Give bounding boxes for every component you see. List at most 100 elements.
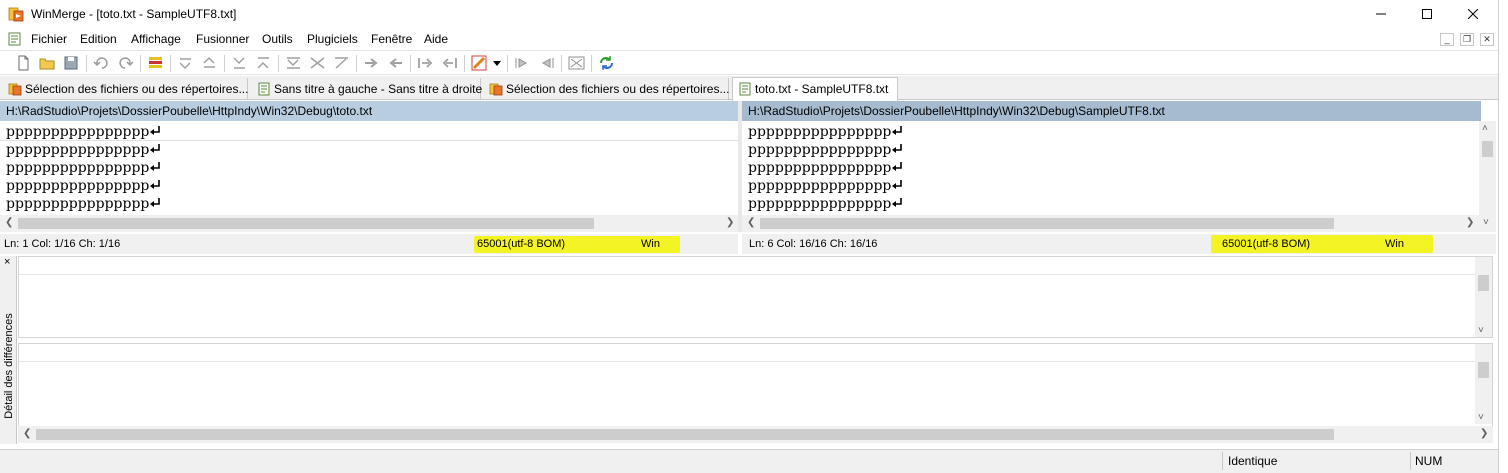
scrollbar-thumb[interactable] [1482, 141, 1493, 157]
menu-bar: Fichier Edition Affichage Fusionner Outi… [0, 29, 1498, 49]
scroll-right-icon[interactable]: ❯ [1466, 217, 1474, 228]
menu-outils[interactable]: Outils [262, 32, 293, 46]
toolbar-separator [356, 55, 357, 72]
open-folder-icon[interactable] [39, 55, 56, 71]
text-line: pppppppppppppppp [742, 177, 1479, 195]
file-compare-icon [258, 82, 270, 96]
copy-all-right-icon[interactable] [417, 55, 434, 71]
menu-edition[interactable]: Edition [80, 32, 117, 46]
tab-untitled-compare[interactable]: Sans titre à gauche - Sans titre à droit… [252, 78, 482, 100]
copy-right-advance-icon[interactable] [514, 55, 531, 71]
toolbar-separator [591, 55, 592, 72]
copy-left-icon[interactable] [387, 55, 404, 71]
left-eol-type: Win [641, 238, 660, 250]
left-horizontal-scrollbar[interactable]: ❮ ❯ [0, 215, 738, 232]
close-detail-button[interactable]: × [4, 256, 10, 268]
left-encoding: 65001(utf-8 BOM) [477, 238, 566, 250]
next-conflict-icon[interactable] [333, 55, 350, 71]
scroll-down-icon[interactable]: ˅ [1483, 217, 1489, 228]
left-cursor-position: Ln: 1 Col: 1/16 Ch: 1/16 [4, 238, 121, 250]
eol-marker-icon [150, 198, 161, 207]
scroll-corner: ˅ [1479, 215, 1496, 232]
close-button[interactable] [1450, 0, 1496, 28]
scrollbar-thumb[interactable] [760, 218, 1334, 229]
tab-folder-selection-2[interactable]: Sélection des fichiers ou des répertoire… [484, 78, 729, 100]
comparison-result: Identique [1228, 454, 1278, 468]
title-bar: WinMerge - [toto.txt - SampleUTF8.txt] [0, 0, 1498, 28]
text-line: pppppppppppppppp [742, 159, 1479, 177]
tab-folder-selection-1[interactable]: Sélection des fichiers ou des répertoire… [3, 78, 248, 100]
menu-fusionner[interactable]: Fusionner [196, 32, 249, 46]
scrollbar-thumb[interactable] [36, 429, 1334, 440]
diff-marker-icon[interactable] [147, 55, 164, 71]
copy-left-advance-icon[interactable] [538, 55, 555, 71]
right-cursor-position: Ln: 6 Col: 16/16 Ch: 16/16 [749, 238, 878, 250]
scroll-down-icon[interactable]: ˅ [1478, 325, 1484, 336]
new-file-icon[interactable] [15, 55, 32, 71]
eol-marker-icon [892, 144, 903, 153]
scroll-left-icon[interactable]: ❮ [747, 217, 755, 228]
detail-horizontal-scrollbar[interactable]: ❮ ❯ [18, 426, 1493, 443]
scroll-right-icon[interactable]: ❯ [726, 217, 734, 228]
detail-vertical-scrollbar[interactable]: ˅ [1475, 257, 1492, 337]
save-icon[interactable] [63, 55, 80, 71]
right-horizontal-scrollbar[interactable]: ❮ ❯ [742, 215, 1479, 232]
previous-conflict-icon[interactable] [309, 55, 326, 71]
mdi-minimize-button[interactable]: _ [1440, 33, 1454, 46]
left-file-pane[interactable]: H:\RadStudio\Projets\DossierPoubelle\Htt… [0, 101, 738, 232]
eol-marker-icon [892, 198, 903, 207]
last-diff-icon[interactable] [231, 55, 248, 71]
tab-label: toto.txt - SampleUTF8.txt [755, 82, 889, 96]
undo-icon[interactable] [93, 55, 110, 71]
scroll-left-icon[interactable]: ❮ [23, 428, 31, 439]
scroll-up-icon[interactable]: ˄ [1482, 123, 1488, 134]
background-window [1498, 0, 1508, 473]
scroll-down-icon[interactable]: ˅ [1478, 412, 1484, 423]
detail-vertical-scrollbar[interactable]: ˅ [1475, 344, 1492, 424]
menu-aide[interactable]: Aide [424, 32, 448, 46]
right-file-pane[interactable]: H:\RadStudio\Projets\DossierPoubelle\Htt… [742, 101, 1496, 232]
status-divider [1410, 452, 1411, 470]
left-text-area[interactable]: pppppppppppppppp pppppppppppppppp pppppp… [0, 123, 738, 215]
scroll-left-icon[interactable]: ❮ [5, 217, 13, 228]
status-divider [1222, 452, 1223, 470]
right-text-area[interactable]: pppppppppppppppp pppppppppppppppp pppppp… [742, 123, 1479, 215]
scrollbar-thumb[interactable] [18, 218, 594, 229]
current-diff-icon[interactable] [285, 55, 302, 71]
first-diff-icon[interactable] [255, 55, 272, 71]
detail-line-separator [19, 361, 1477, 362]
text-line: pppppppppppppppp [0, 177, 738, 195]
menu-affichage[interactable]: Affichage [131, 32, 181, 46]
tab-toto-sampleutf8[interactable]: toto.txt - SampleUTF8.txt [732, 77, 898, 101]
tab-label: Sélection des fichiers ou des répertoire… [506, 82, 730, 96]
folder-compare-icon [489, 83, 503, 96]
diff-detail-right[interactable]: ˅ ❮ ❯ [18, 343, 1493, 443]
mdi-restore-button[interactable]: ❐ [1460, 33, 1474, 46]
copy-right-icon[interactable] [363, 55, 380, 71]
toolbar-separator [464, 55, 465, 72]
chevron-down-icon[interactable] [493, 61, 501, 66]
document-menu-icon[interactable] [8, 32, 22, 46]
redo-icon[interactable] [117, 55, 134, 71]
mdi-close-button[interactable]: ✕ [1480, 33, 1494, 46]
diff-detail-left[interactable]: ˅ [18, 256, 1493, 338]
left-file-path: H:\RadStudio\Projets\DossierPoubelle\Htt… [0, 101, 738, 121]
scrollbar-thumb[interactable] [1478, 362, 1489, 378]
minimize-button[interactable] [1358, 0, 1404, 28]
menu-fenetre[interactable]: Fenêtre [371, 32, 412, 46]
refresh-icon[interactable] [598, 55, 615, 71]
scroll-right-icon[interactable]: ❯ [1480, 428, 1488, 439]
copy-all-left-icon[interactable] [441, 55, 458, 71]
scrollbar-thumb[interactable] [1478, 275, 1489, 291]
menu-fichier[interactable]: Fichier [31, 32, 67, 46]
prev-diff-icon[interactable] [201, 55, 218, 71]
right-vertical-scrollbar[interactable]: ˄ [1479, 121, 1496, 215]
maximize-button[interactable] [1404, 0, 1450, 28]
all-diffs-icon[interactable] [568, 55, 585, 71]
minimize-icon [1376, 13, 1386, 15]
eol-marker-icon [150, 180, 161, 189]
toolbar-separator [170, 55, 171, 72]
next-diff-icon[interactable] [177, 55, 194, 71]
menu-plugiciels[interactable]: Plugiciels [307, 32, 358, 46]
color-options-icon[interactable] [471, 55, 488, 71]
